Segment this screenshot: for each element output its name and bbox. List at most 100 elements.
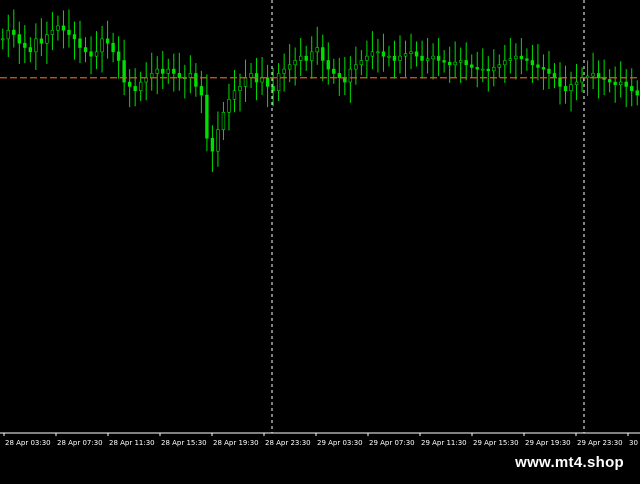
candle-body <box>453 61 457 66</box>
candle-body <box>144 77 148 83</box>
candle-body <box>177 73 181 79</box>
candle-body <box>94 51 99 57</box>
candle-body <box>464 60 468 66</box>
candle-body <box>541 67 546 70</box>
candle-body <box>354 64 358 70</box>
candle-body <box>365 55 369 61</box>
candle-body <box>514 55 518 60</box>
candle-body <box>45 34 49 44</box>
candle-body <box>525 58 529 61</box>
candle-body <box>431 55 435 60</box>
candle-body <box>470 64 474 68</box>
candle-body <box>442 60 446 63</box>
candle-body <box>359 60 364 66</box>
candle-body <box>50 29 55 35</box>
candle-body <box>321 47 325 61</box>
candle-body <box>398 55 402 61</box>
candle-body <box>78 38 82 48</box>
candles-layer <box>1 9 639 172</box>
candle-body <box>188 73 193 79</box>
candle-body <box>530 60 535 66</box>
x-tick-label: 30 A <box>629 439 640 447</box>
candle-body <box>497 64 501 68</box>
candle-body <box>508 58 513 61</box>
candle-body <box>591 73 595 77</box>
candle-body <box>116 51 121 61</box>
candle-body <box>337 73 341 79</box>
candle-body <box>414 51 419 57</box>
candle-body <box>613 81 617 85</box>
x-tick-label: 29 Apr 15:30 <box>473 439 519 447</box>
candle-body <box>161 68 165 74</box>
candle-body <box>607 79 612 83</box>
candle-body <box>552 73 557 79</box>
candle-body <box>481 68 485 71</box>
candle-body <box>503 60 507 66</box>
candle-body <box>260 77 264 83</box>
candle-body <box>89 51 93 57</box>
candle-body <box>139 81 143 92</box>
x-tick-label: 28 Apr 19:30 <box>213 439 259 447</box>
candle-body <box>56 25 60 31</box>
candle-body <box>376 51 380 54</box>
candle-body <box>315 47 319 53</box>
candle-body <box>310 51 314 61</box>
candle-body <box>249 73 253 79</box>
candle-body <box>111 42 115 53</box>
candle-body <box>403 53 408 57</box>
candle-body <box>486 68 490 72</box>
candle-body <box>100 38 104 53</box>
candle-body <box>332 68 336 74</box>
candle-body <box>238 86 242 92</box>
candle-body <box>459 60 463 63</box>
candle-body <box>635 90 639 96</box>
candle-body <box>199 86 204 96</box>
candle-body <box>61 25 66 31</box>
candle-body <box>624 81 628 87</box>
candle-body <box>155 68 159 74</box>
x-tick-label: 28 Apr 11:30 <box>109 439 155 447</box>
candle-body <box>492 67 496 72</box>
candle-body <box>166 68 170 74</box>
candle-body <box>326 60 330 70</box>
candle-body <box>23 42 27 48</box>
candle-body <box>194 73 198 87</box>
candle-body <box>265 77 270 87</box>
candle-body <box>287 64 292 70</box>
candle-body <box>580 77 584 83</box>
candle-body <box>343 77 347 83</box>
candle-body <box>67 29 71 35</box>
x-tick-label: 28 Apr 23:30 <box>265 439 311 447</box>
candle-body <box>105 38 110 44</box>
candle-body <box>72 34 77 40</box>
candle-body <box>547 68 551 74</box>
candle-body <box>39 38 44 44</box>
candle-body <box>216 129 220 152</box>
candle-body <box>348 68 353 83</box>
candle-body <box>282 68 286 74</box>
candle-body <box>392 55 397 61</box>
candle-body <box>519 55 524 60</box>
candle-body <box>1 38 5 41</box>
x-tick-label: 28 Apr 07:30 <box>57 439 103 447</box>
candle-body <box>409 51 413 54</box>
candle-body <box>12 29 16 35</box>
candle-body <box>293 60 297 66</box>
x-axis: 28 Apr 03:30 28 Apr 07:30 28 Apr 11:30 28 A… <box>0 432 640 447</box>
candle-body <box>420 55 424 61</box>
x-tick-label: 28 Apr 03:30 <box>5 439 51 447</box>
candle-body <box>447 61 452 66</box>
candle-body <box>387 55 391 58</box>
candle-body <box>381 51 386 57</box>
candle-body <box>28 47 33 53</box>
x-tick-label: 29 Apr 19:30 <box>525 439 571 447</box>
candle-body <box>232 90 237 100</box>
candle-body <box>596 73 601 79</box>
candle-body <box>17 34 21 44</box>
candle-body <box>6 29 10 40</box>
candle-body <box>276 73 281 92</box>
candle-body <box>83 47 88 53</box>
x-tick-label: 29 Apr 23:30 <box>577 439 623 447</box>
candle-body <box>574 81 579 85</box>
candle-body <box>133 86 137 92</box>
